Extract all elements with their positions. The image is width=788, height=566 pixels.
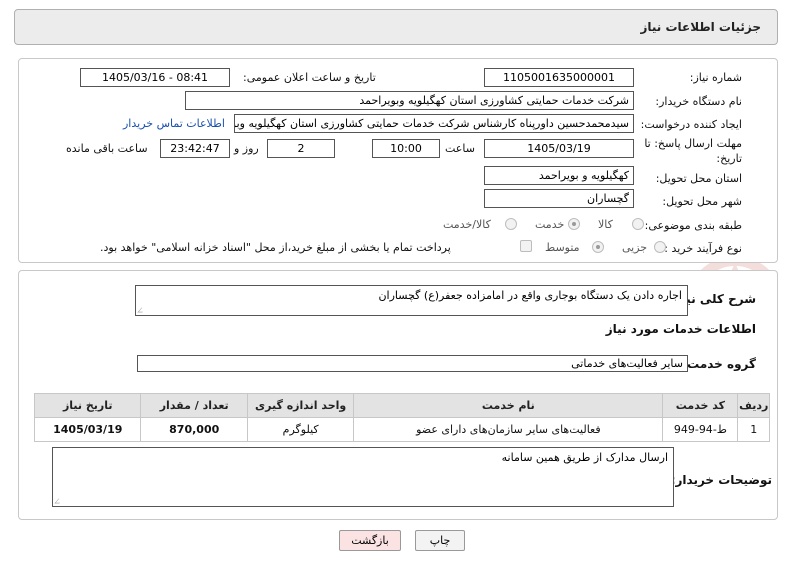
services-section-title: اطلاعات خدمات مورد نیاز [605, 322, 756, 336]
creator-field: سیدمحمدحسین داورپناه کارشناس شرکت خدمات … [234, 114, 634, 133]
service-group-field: سایر فعالیت‌های خدماتی [137, 355, 688, 372]
days-label: روز و [234, 142, 259, 155]
category-radio-service[interactable] [568, 218, 580, 230]
print-button[interactable]: چاپ [415, 530, 465, 551]
city-label: شهر محل تحویل: [662, 195, 742, 208]
col-service-code: کد خدمت [662, 393, 739, 418]
cell-need-date: 1405/03/19 [33, 417, 142, 442]
announce-label: تاریخ و ساعت اعلان عمومی: [243, 71, 376, 84]
days-remaining-field: 2 [267, 139, 335, 158]
buyer-org-field: شرکت خدمات حمایتی کشاورزی استان کهگیلویه… [185, 91, 634, 110]
deadline-date-field: 1405/03/19 [484, 139, 634, 158]
table-header-row: ردیف کد خدمت نام خدمت واحد اندازه گیری ت… [33, 393, 770, 418]
cell-quantity: 870,000 [140, 417, 248, 442]
process-radio-medium[interactable] [592, 241, 604, 253]
services-table: ردیف کد خدمت نام خدمت واحد اندازه گیری ت… [33, 393, 770, 442]
need-details-panel [18, 58, 778, 263]
treasury-checkbox[interactable] [520, 240, 532, 252]
category-option-goods: کالا [598, 218, 613, 231]
process-label: نوع فرآیند خرید : [664, 242, 742, 255]
process-option-medium: متوسط [545, 241, 580, 254]
cell-service-code: ط-94-949 [662, 417, 739, 442]
category-option-goods-service: کالا/خدمت [443, 218, 491, 231]
page-title: جزئیات اطلاعات نیاز [640, 20, 761, 34]
col-service-name: نام خدمت [353, 393, 664, 418]
city-field: گچساران [484, 189, 634, 208]
announce-datetime-field: 1405/03/16 - 08:41 [80, 68, 230, 87]
need-number-field: 1105001635000001 [484, 68, 634, 87]
col-row: ردیف [737, 393, 770, 418]
province-field: کهگیلویه و بویراحمد [484, 166, 634, 185]
time-label: ساعت [445, 142, 475, 155]
deadline-label: مهلت ارسال پاسخ: تا [644, 137, 742, 150]
cell-unit: کیلوگرم [246, 417, 355, 442]
cell-service-name: فعالیت‌های سایر سازمان‌های دارای عضو [353, 417, 664, 442]
buyer-notes-text: ارسال مدارک از طریق همین سامانه [501, 451, 668, 464]
category-radio-goods-service[interactable] [505, 218, 517, 230]
col-unit: واحد اندازه گیری [246, 393, 355, 418]
category-label: طبقه بندی موضوعی: [644, 219, 742, 232]
remaining-time-field: 23:42:47 [160, 139, 230, 158]
buyer-notes-textarea[interactable]: ارسال مدارک از طریق همین سامانه [52, 447, 674, 507]
need-number-label: شماره نیاز: [689, 71, 742, 84]
back-button[interactable]: بازگشت [339, 530, 401, 551]
col-quantity: تعداد / مقدار [140, 393, 248, 418]
remaining-label: ساعت باقی مانده [66, 142, 148, 155]
treasury-note: پرداخت تمام یا بخشی از مبلغ خرید،از محل … [100, 241, 451, 254]
category-radio-goods[interactable] [632, 218, 644, 230]
col-need-date: تاریخ نیاز [33, 393, 142, 418]
province-label: استان محل تحویل: [655, 172, 742, 185]
buyer-org-label: نام دستگاه خریدار: [655, 95, 742, 108]
summary-textarea[interactable]: اجاره دادن یک دستگاه بوجاری واقع در امام… [135, 285, 688, 316]
deadline-time-field: 10:00 [372, 139, 440, 158]
page-header: جزئیات اطلاعات نیاز [14, 9, 778, 45]
summary-text: اجاره دادن یک دستگاه بوجاری واقع در امام… [378, 289, 682, 302]
category-option-service: خدمت [535, 218, 565, 231]
cell-row: 1 [737, 417, 770, 442]
service-group-label: گروه خدمت: [682, 357, 756, 371]
resize-grip-icon[interactable] [54, 498, 64, 504]
deadline-label-date: تاریخ: [716, 152, 742, 165]
buyer-contact-link[interactable]: اطلاعات تماس خریدار [123, 117, 225, 130]
buyer-notes-label: توضیحات خریدار: [670, 473, 772, 487]
table-row: 1 ط-94-949 فعالیت‌های سایر سازمان‌های دا… [33, 417, 770, 442]
process-option-minor: جزیی [622, 241, 648, 254]
process-radio-minor[interactable] [654, 241, 666, 253]
creator-label: ایجاد کننده درخواست: [640, 118, 742, 131]
resize-grip-icon[interactable] [137, 307, 147, 313]
